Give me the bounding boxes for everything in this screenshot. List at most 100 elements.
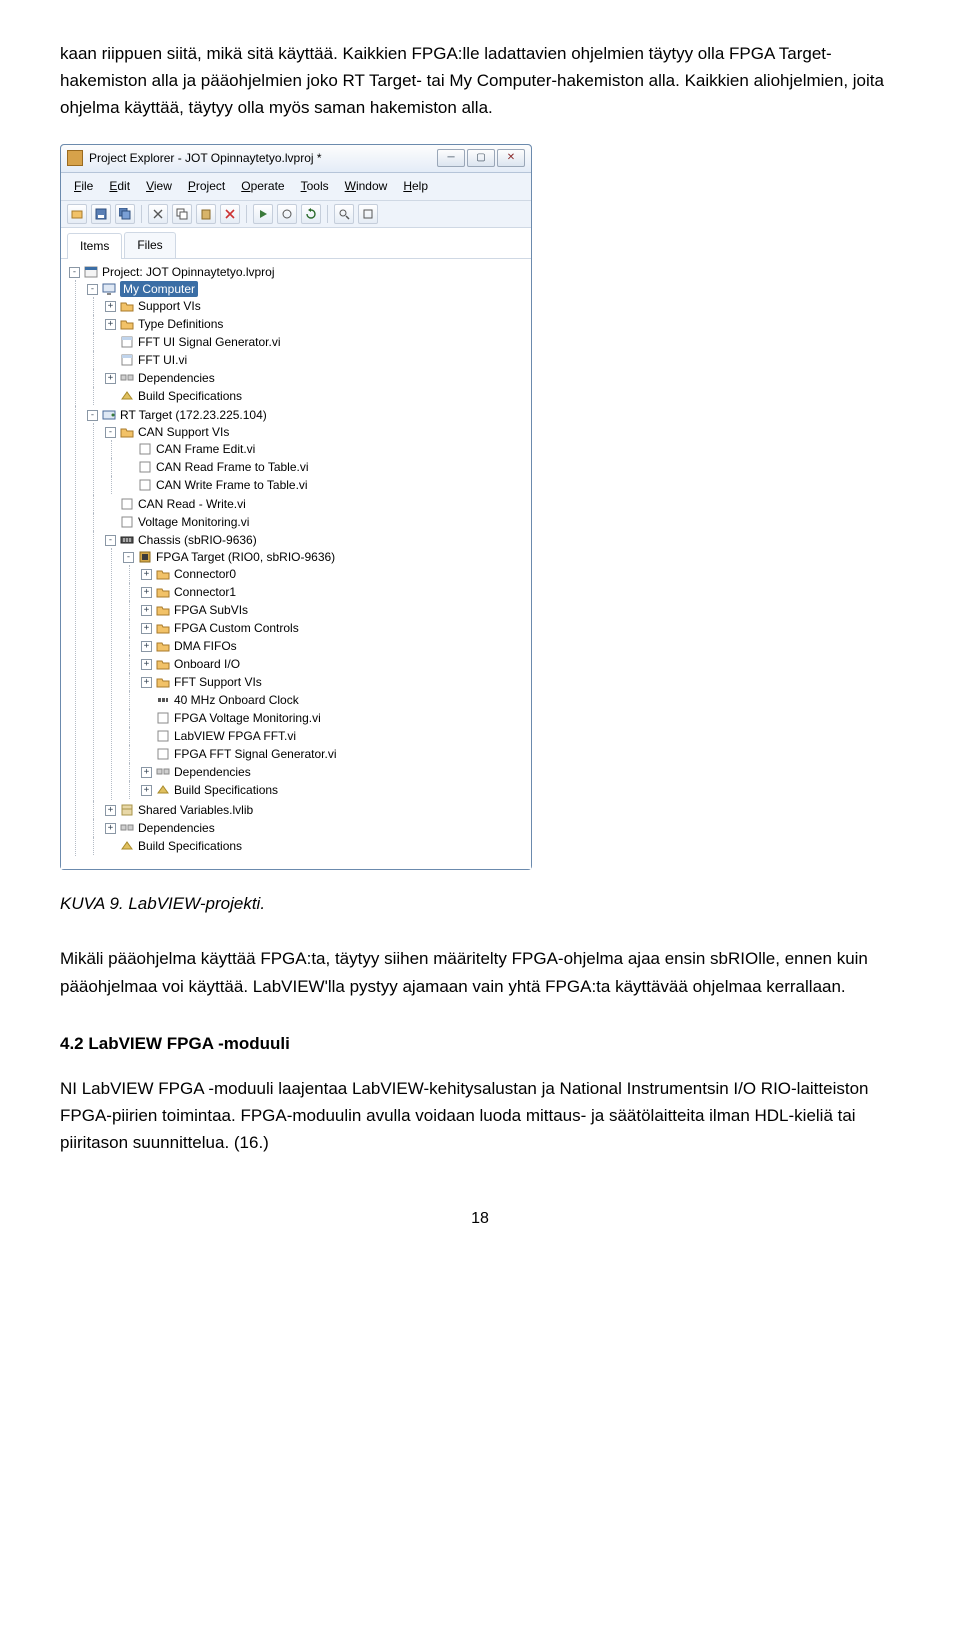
tree-item[interactable]: FPGA Custom Controls [174,620,299,636]
settings-icon[interactable] [358,204,378,224]
menu-file[interactable]: File [67,175,100,198]
figure-caption: KUVA 9. LabVIEW-projekti. [60,890,900,917]
tree-item[interactable]: FPGA Voltage Monitoring.vi [174,710,321,726]
tree-item[interactable]: 40 MHz Onboard Clock [174,692,299,708]
delete-icon[interactable] [220,204,240,224]
tree-item[interactable]: CAN Support VIs [138,424,229,440]
menu-tools[interactable]: Tools [294,175,336,198]
menu-project[interactable]: Project [181,175,232,198]
deps-icon [120,371,134,385]
window-title: Project Explorer - JOT Opinnaytetyo.lvpr… [89,149,437,168]
menubar[interactable]: File Edit View Project Operate Tools Win… [61,173,531,201]
tree-item[interactable]: Connector1 [174,584,236,600]
tool-icon[interactable] [277,204,297,224]
toolbar-separator [327,205,328,223]
cut-icon[interactable] [148,204,168,224]
menu-window[interactable]: Window [338,175,395,198]
tree-item[interactable]: Build Specifications [138,388,242,404]
folder-icon [156,585,170,599]
menu-operate[interactable]: Operate [234,175,291,198]
tree-item[interactable]: Dependencies [174,764,251,780]
menu-view[interactable]: View [139,175,179,198]
run-icon[interactable] [253,204,273,224]
toolbar-separator [246,205,247,223]
paste-icon[interactable] [196,204,216,224]
tree-chassis[interactable]: Chassis (sbRIO-9636) [138,532,257,548]
folder-icon [120,425,134,439]
folder-icon [120,299,134,313]
tree-fpga-target[interactable]: FPGA Target (RIO0, sbRIO-9636) [156,549,335,565]
paragraph-fpga-usage: Mikäli pääohjelma käyttää FPGA:ta, täyty… [60,945,900,999]
build-icon [156,783,170,797]
tree-item[interactable]: Dependencies [138,370,215,386]
tree-item[interactable]: Onboard I/O [174,656,240,672]
tree-item[interactable]: FPGA SubVIs [174,602,248,618]
tree-item[interactable]: CAN Write Frame to Table.vi [156,477,308,493]
vi-icon [138,478,152,492]
tree-item[interactable]: FFT UI.vi [138,352,187,368]
tree-item[interactable]: Dependencies [138,820,215,836]
menu-edit[interactable]: Edit [102,175,137,198]
maximize-button[interactable]: ▢ [467,149,495,167]
tab-files[interactable]: Files [124,232,175,258]
tree-item[interactable]: Build Specifications [174,782,278,798]
project-tree[interactable]: -Project: JOT Opinnaytetyo.lvproj -My Co… [61,259,531,869]
window-buttons: ─ ▢ ✕ [437,149,525,167]
vi-icon [120,497,134,511]
build-icon [120,839,134,853]
rt-target-icon [102,408,116,422]
tree-item[interactable]: Voltage Monitoring.vi [138,514,249,530]
tree-item[interactable]: CAN Frame Edit.vi [156,441,255,457]
window-titlebar[interactable]: Project Explorer - JOT Opinnaytetyo.lvpr… [61,145,531,173]
tree-item[interactable]: CAN Read - Write.vi [138,496,246,512]
tabs: Items Files [61,228,531,259]
tree-item[interactable]: LabVIEW FPGA FFT.vi [174,728,296,744]
page-number: 18 [60,1206,900,1232]
save-all-icon[interactable] [115,204,135,224]
tree-item[interactable]: Support VIs [138,298,201,314]
deps-icon [120,821,134,835]
deps-icon [156,765,170,779]
tree-project[interactable]: Project: JOT Opinnaytetyo.lvproj [102,264,275,280]
clock-icon [156,693,170,707]
tree-item[interactable]: DMA FIFOs [174,638,237,654]
tree-item[interactable]: FPGA FFT Signal Generator.vi [174,746,337,762]
tree-item[interactable]: Connector0 [174,566,236,582]
computer-icon [102,282,116,296]
vi-icon [120,335,134,349]
tree-my-computer[interactable]: My Computer [120,281,198,297]
toolbar-separator [141,205,142,223]
minimize-button[interactable]: ─ [437,149,465,167]
vi-icon [138,442,152,456]
fpga-target-icon [138,550,152,564]
find-icon[interactable] [334,204,354,224]
build-icon [120,389,134,403]
library-icon [120,803,134,817]
chassis-icon [120,533,134,547]
refresh-icon[interactable] [301,204,321,224]
tree-item[interactable]: FFT UI Signal Generator.vi [138,334,281,350]
vi-icon [156,729,170,743]
tree-item[interactable]: Type Definitions [138,316,223,332]
tree-item[interactable]: FFT Support VIs [174,674,262,690]
toolbar [61,201,531,228]
copy-icon[interactable] [172,204,192,224]
open-icon[interactable] [67,204,87,224]
tree-item[interactable]: Build Specifications [138,838,242,854]
close-button[interactable]: ✕ [497,149,525,167]
vi-icon [120,353,134,367]
tab-items[interactable]: Items [67,233,122,259]
paragraph-fpga-module: NI LabVIEW FPGA -moduuli laajentaa LabVI… [60,1075,900,1157]
paragraph-intro: kaan riippuen siitä, mikä sitä käyttää. … [60,40,900,122]
tree-rt-target[interactable]: RT Target (172.23.225.104) [120,407,267,423]
app-icon [67,150,83,166]
vi-icon [156,747,170,761]
tree-item[interactable]: CAN Read Frame to Table.vi [156,459,309,475]
menu-help[interactable]: Help [396,175,435,198]
tree-shared-vars[interactable]: Shared Variables.lvlib [138,802,253,818]
folder-icon [156,603,170,617]
save-icon[interactable] [91,204,111,224]
vi-icon [138,460,152,474]
vi-icon [120,515,134,529]
folder-icon [156,567,170,581]
